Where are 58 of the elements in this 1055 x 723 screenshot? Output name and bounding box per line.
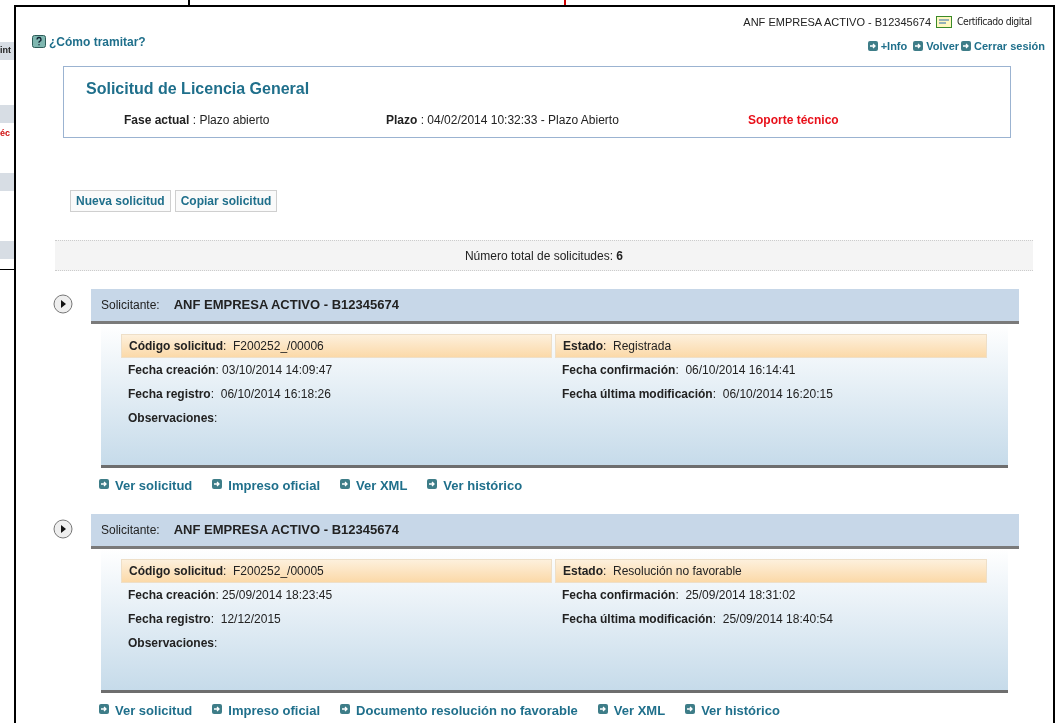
nav-link[interactable]: Cerrar sesión [974, 37, 1045, 54]
play-icon[interactable] [53, 294, 73, 314]
deadline-text: Plazo : 04/02/2014 10:32:33 - Plazo Abierto [386, 112, 620, 129]
applicant-label: Solicitante: [101, 521, 160, 539]
record-link[interactable]: Ver histórico [701, 700, 780, 720]
action-button[interactable]: Nueva solicitud [70, 190, 171, 212]
record-field: Código solicitud: F200252_/00005 [121, 558, 552, 583]
record-link[interactable]: Ver XML [613, 700, 666, 720]
record-field: Fecha registro: 06/10/2014 16:18:26 [121, 382, 552, 406]
record-link[interactable]: Documento resolución no favorable [356, 700, 578, 720]
nav-link[interactable]: +Info [880, 37, 908, 54]
record-link[interactable]: Impreso oficial [228, 476, 321, 496]
help-icon[interactable] [32, 35, 46, 48]
certificate-icon [936, 16, 953, 29]
phase-text: Fase actual : Plazo abierto [124, 112, 271, 129]
page-title: Solicitud de Licencia General [86, 79, 311, 99]
arrow-icon [99, 703, 109, 714]
record-field: Fecha creación: 25/09/2014 18:23:45 [121, 582, 552, 607]
arrow-icon [340, 703, 351, 714]
arrow-icon [913, 40, 924, 51]
record-field: Estado: Registrada [555, 334, 987, 358]
background-text: int [0, 44, 11, 58]
play-icon[interactable] [53, 518, 73, 539]
action-button[interactable]: Copiar solicitud [174, 190, 278, 212]
user-name: ANF EMPRESA ACTIVO - B12345674 [743, 15, 932, 30]
arrow-icon [427, 479, 438, 489]
record-field: Fecha última modificación: 25/09/2014 18:40:54 [555, 606, 987, 631]
arrow-icon [340, 479, 351, 489]
record-field: Código solicitud: F200252_/00006 [121, 334, 552, 358]
help-link[interactable]: ¿Cómo tramitar? [49, 32, 146, 51]
record-link[interactable]: Ver solicitud [115, 700, 193, 720]
applicant-label: Solicitante: [101, 297, 160, 314]
arrow-icon [961, 40, 972, 51]
record-field: Fecha registro: 12/12/2015 [121, 606, 552, 631]
arrow-icon [212, 479, 223, 489]
record-link[interactable]: Ver histórico [443, 476, 523, 496]
record-field: Fecha última modificación: 06/10/2014 16:20:15 [555, 382, 987, 406]
arrow-icon [685, 703, 696, 714]
record-link[interactable]: Impreso oficial [228, 700, 321, 720]
record-link[interactable]: Ver XML [356, 476, 408, 496]
certificate-label[interactable]: Certificado digital [957, 14, 1032, 31]
record-field: Fecha confirmación: 06/10/2014 16:14:41 [555, 358, 987, 382]
support-link[interactable]: Soporte técnico [748, 111, 839, 129]
applicant-name: ANF EMPRESA ACTIVO - B12345674 [173, 520, 399, 539]
record-field: Observaciones: [121, 630, 552, 655]
applicant-name: ANF EMPRESA ACTIVO - B12345674 [173, 296, 399, 315]
record-field: Estado: Resolución no favorable [555, 558, 987, 583]
arrow-icon [212, 703, 223, 714]
record-field: Fecha creación: 03/10/2014 14:09:47 [121, 358, 552, 382]
arrow-icon [99, 479, 109, 489]
arrow-icon [597, 703, 608, 714]
total-count: Número total de solicitudes: 6 [464, 247, 624, 265]
nav-link[interactable]: Volver [926, 37, 960, 54]
record-field: Observaciones: [121, 406, 552, 430]
record-link[interactable]: Ver solicitud [115, 476, 193, 496]
arrow-icon [867, 40, 878, 51]
record-field: Fecha confirmación: 25/09/2014 18:31:02 [555, 582, 987, 607]
background-text: éc [0, 127, 10, 141]
